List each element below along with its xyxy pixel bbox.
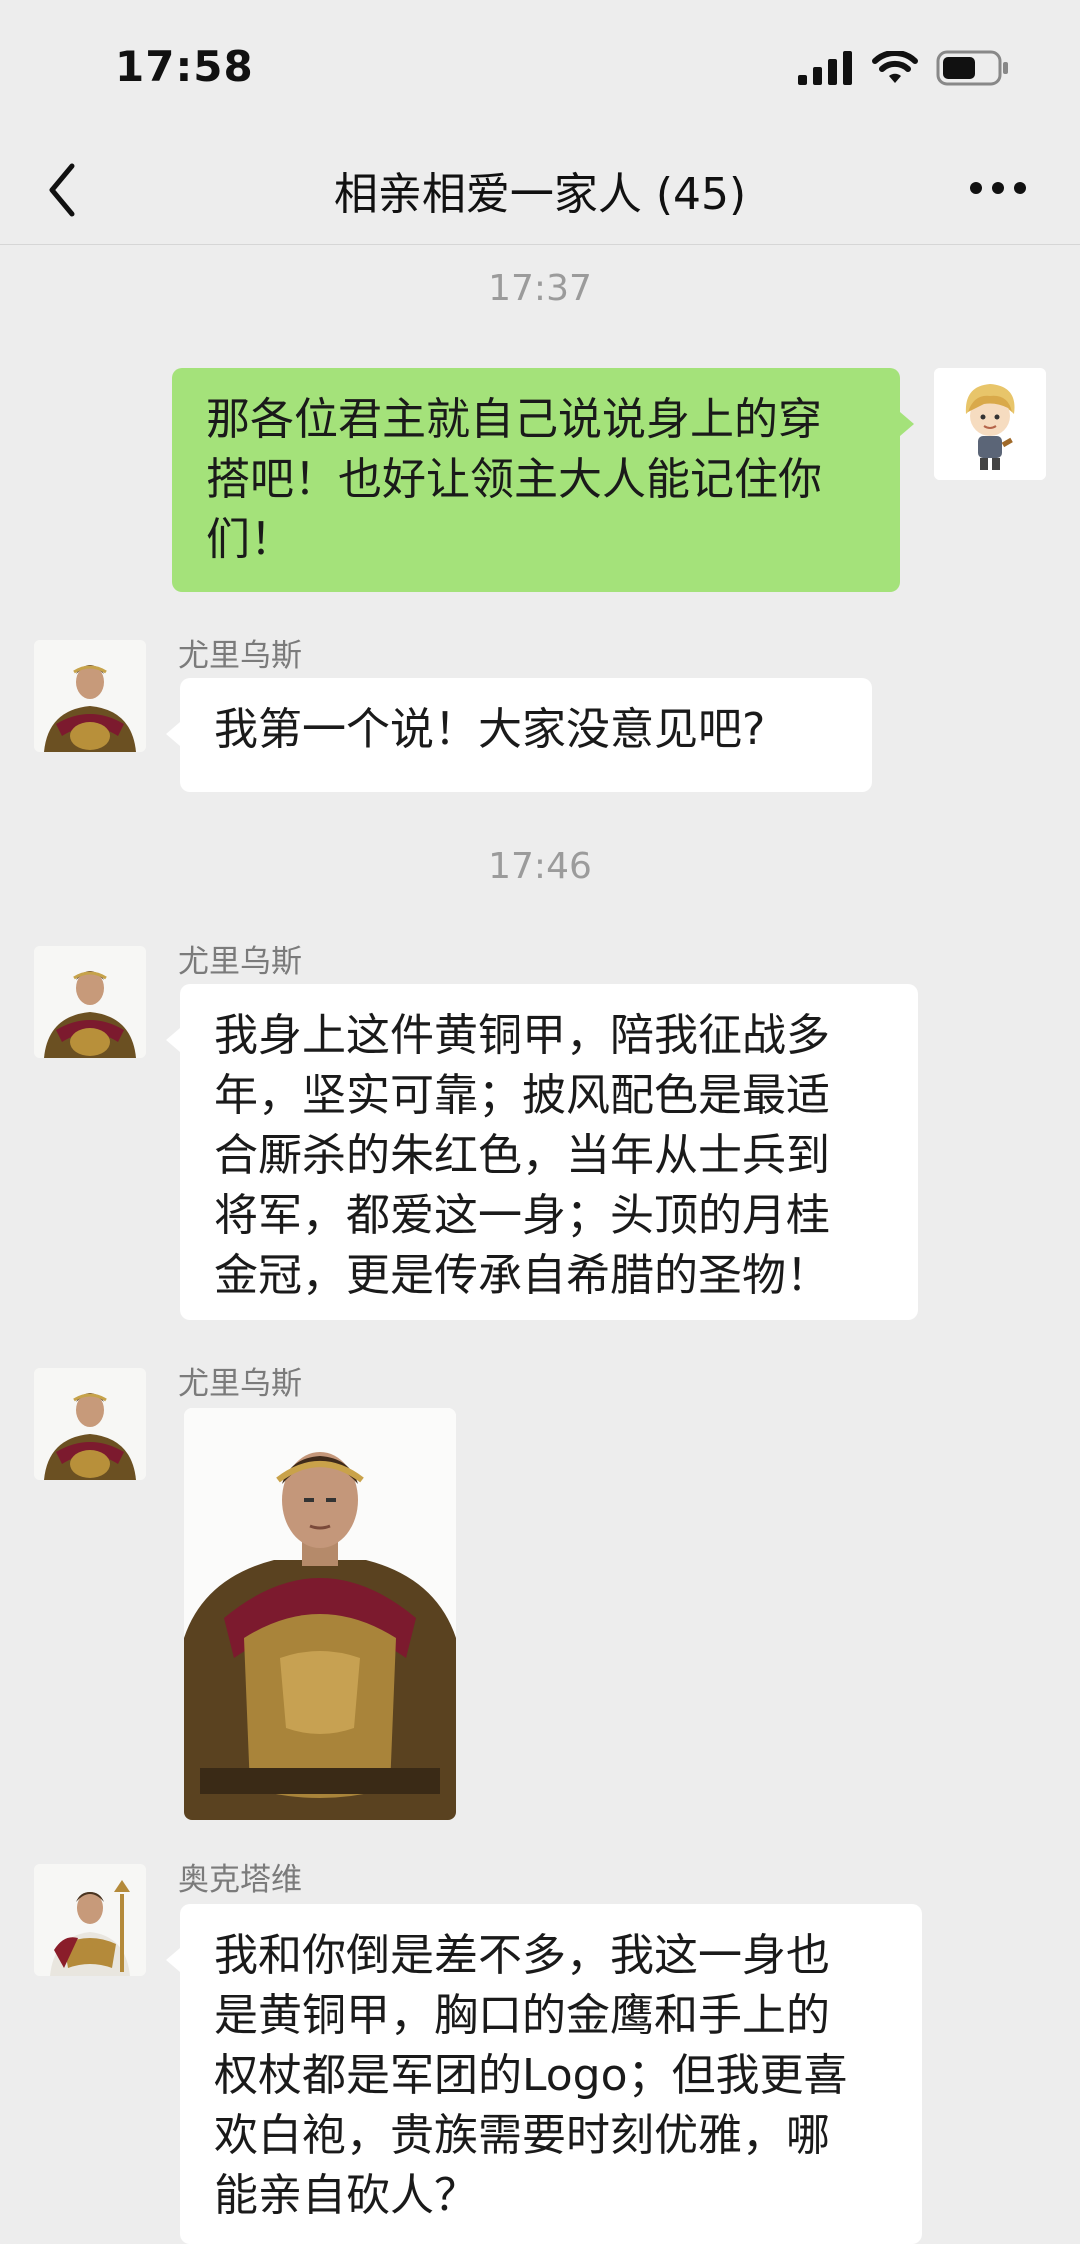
status-icons [798, 50, 1010, 86]
bubble-tail [166, 1028, 180, 1052]
sender-avatar-julius[interactable] [34, 640, 146, 752]
self-avatar[interactable] [934, 368, 1046, 480]
timestamp: 17:46 [488, 846, 592, 887]
sender-name: 奥克塔维 [178, 1862, 302, 1898]
cartoon-avatar-icon [934, 368, 1046, 480]
incoming-message-bubble[interactable]: 我和你倒是差不多，我这一身也 是黄铜甲，胸口的金鹰和手上的 权杖都是军团的Log… [180, 1904, 922, 2244]
roman-general-avatar-icon [34, 1368, 146, 1480]
outgoing-message-bubble[interactable]: 那各位君主就自己说说身上的穿 搭吧！也好让领主大人能记住你 们！ [172, 368, 900, 592]
roman-emperor-avatar-icon [34, 1864, 146, 1976]
sender-avatar-octavian[interactable] [34, 1864, 146, 1976]
timestamp: 17:37 [488, 268, 592, 309]
chat-header: 相亲相爱一家人 (45) [0, 140, 1080, 245]
bubble-tail [166, 1948, 180, 1972]
more-icon[interactable] [968, 176, 1028, 200]
wifi-icon [872, 51, 918, 83]
roman-general-avatar-icon [34, 640, 146, 752]
incoming-message-bubble[interactable]: 我第一个说！大家没意见吧? [180, 678, 872, 792]
sender-name: 尤里乌斯 [178, 1366, 302, 1402]
bubble-tail [900, 412, 914, 436]
chat-title: 相亲相爱一家人 (45) [333, 169, 747, 220]
incoming-message-bubble[interactable]: 我身上这件黄铜甲，陪我征战多 年，坚实可靠；披风配色是最适 合厮杀的朱红色，当年… [180, 984, 918, 1320]
status-time: 17:58 [115, 42, 254, 91]
bubble-tail [166, 722, 180, 746]
sender-name: 尤里乌斯 [178, 944, 302, 980]
image-message[interactable] [184, 1408, 456, 1820]
status-bar: 17:58 [0, 0, 1080, 140]
sender-name: 尤里乌斯 [178, 638, 302, 674]
battery-icon [936, 50, 1008, 86]
signal-icon [798, 51, 852, 85]
sender-avatar-julius[interactable] [34, 1368, 146, 1480]
sender-avatar-julius[interactable] [34, 946, 146, 1058]
roman-general-avatar-icon [34, 946, 146, 1058]
roman-general-portrait-image [184, 1408, 456, 1820]
